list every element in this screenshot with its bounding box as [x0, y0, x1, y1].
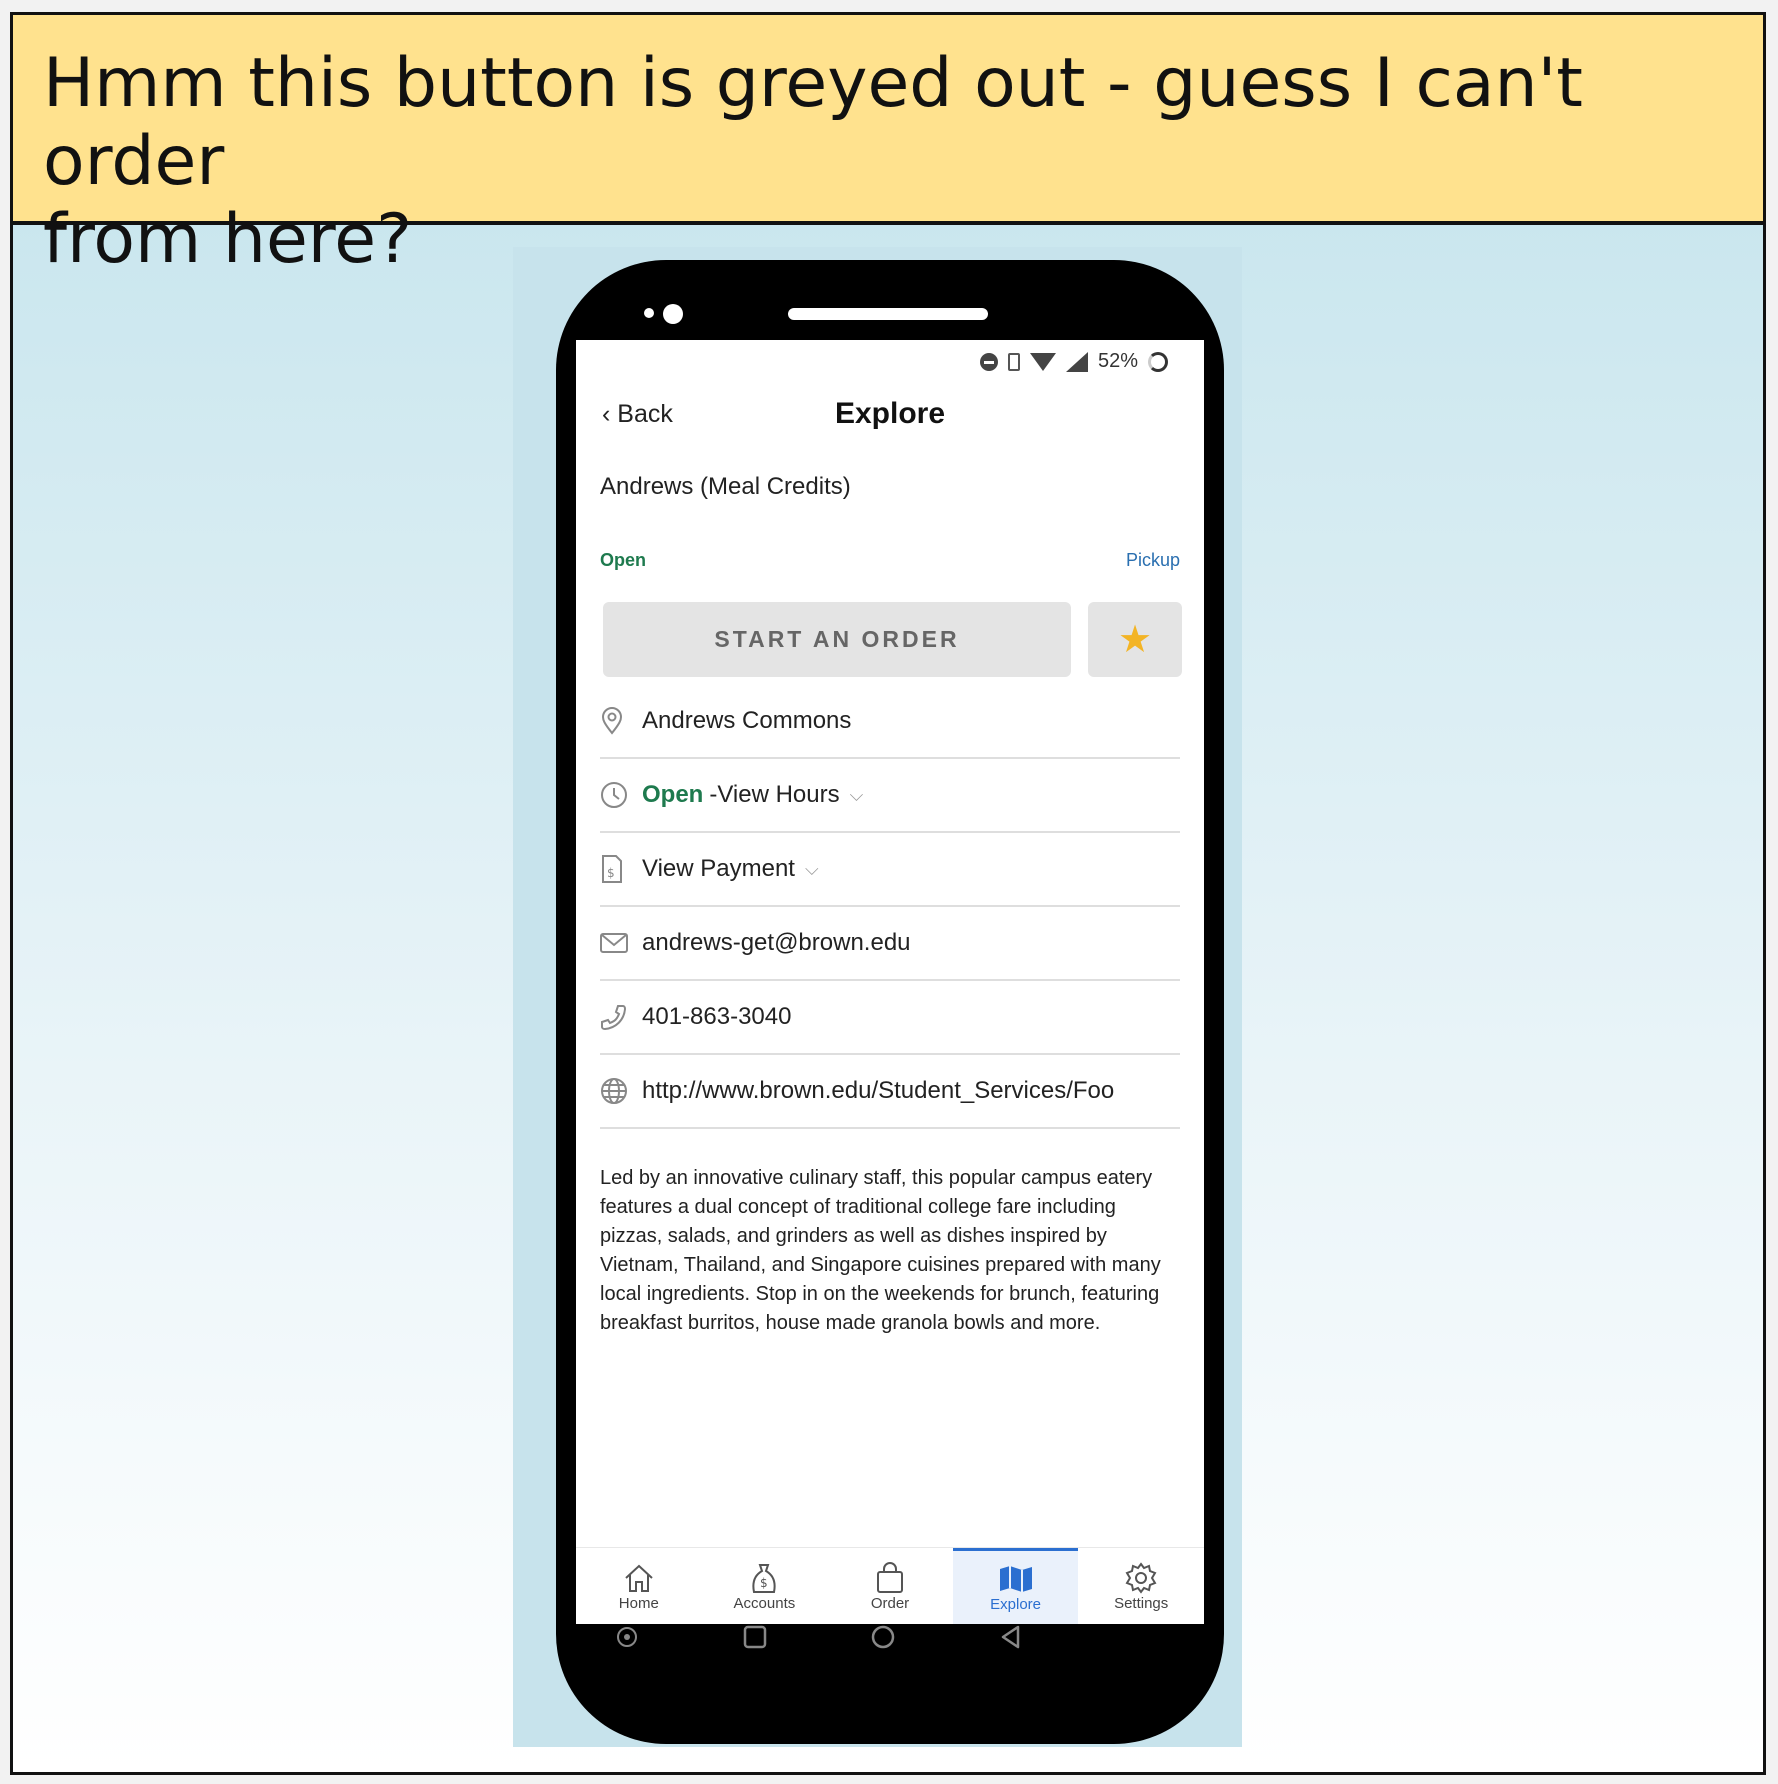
cell-signal-icon — [1065, 351, 1088, 372]
status-bar: 52% — [979, 350, 1168, 373]
gear-icon — [1125, 1561, 1157, 1595]
battery-icon — [1148, 351, 1168, 372]
money-bag-icon: $ — [750, 1561, 778, 1595]
start-order-button[interactable]: START AN ORDER — [603, 602, 1071, 677]
hours-row[interactable]: Open -View Hours ⌵ — [600, 759, 1180, 833]
battery-percent: 52% — [1097, 350, 1138, 372]
tab-accounts-label: Accounts — [733, 1594, 796, 1612]
tab-order[interactable]: Order — [827, 1548, 953, 1624]
tab-accounts[interactable]: $ Accounts — [702, 1548, 828, 1624]
home-icon — [623, 1561, 655, 1595]
tab-order-label: Order — [870, 1594, 910, 1612]
payment-row[interactable]: $ View Payment ⌵ — [600, 833, 1180, 907]
tab-explore[interactable]: Explore — [952, 1548, 1079, 1624]
website-row[interactable]: http://www.brown.edu/Student_Services/Fo… — [600, 1055, 1180, 1129]
map-pin-icon — [600, 707, 642, 735]
recents-button[interactable] — [742, 1624, 768, 1650]
website-text: http://www.brown.edu/Student_Services/Fo… — [642, 1077, 1115, 1104]
assistant-button[interactable] — [614, 1624, 640, 1650]
hours-status: Open — [642, 781, 704, 808]
earpiece-speaker — [788, 308, 988, 320]
chevron-down-icon: ⌵ — [804, 858, 819, 879]
do-not-disturb-icon — [979, 352, 998, 371]
tab-explore-label: Explore — [990, 1596, 1041, 1613]
location-text: Andrews Commons — [642, 707, 852, 734]
details-list: Andrews Commons Open -View Hours ⌵ $ Vie… — [600, 685, 1180, 1129]
tab-home[interactable]: Home — [576, 1548, 702, 1624]
tab-settings-label: Settings — [1114, 1594, 1169, 1612]
email-text: andrews-get@brown.edu — [642, 929, 911, 956]
star-icon: ★ — [1117, 619, 1153, 661]
clock-icon — [600, 781, 642, 809]
caption-box: Hmm this button is greyed out - guess I … — [13, 15, 1763, 279]
front-camera — [663, 304, 683, 324]
home-nav-button[interactable] — [870, 1624, 896, 1650]
caption-line-1: Hmm this button is greyed out - guess I … — [43, 44, 1583, 201]
tab-home-label: Home — [618, 1594, 659, 1612]
envelope-icon — [600, 932, 642, 954]
bottom-tab-bar: Home $ Accounts Order Explore Settings — [576, 1547, 1204, 1624]
android-nav-bar — [556, 1624, 1224, 1674]
svg-text:$: $ — [760, 1576, 768, 1590]
shopping-bag-icon — [875, 1561, 905, 1595]
tab-settings[interactable]: Settings — [1078, 1548, 1204, 1624]
location-row[interactable]: Andrews Commons — [600, 685, 1180, 759]
map-icon — [998, 1562, 1034, 1596]
phone-frame: 52% ‹ Back Explore Andrews (Meal Credits… — [556, 260, 1224, 1744]
top-nav-bar: ‹ Back Explore — [576, 390, 1204, 450]
email-row[interactable]: andrews-get@brown.edu — [600, 907, 1180, 981]
view-hours-link[interactable]: -View Hours — [709, 781, 839, 809]
chevron-down-icon: ⌵ — [849, 784, 864, 805]
svg-text:$: $ — [607, 866, 615, 880]
vibrate-icon — [1007, 352, 1020, 371]
view-payment-link[interactable]: View Payment — [642, 855, 795, 883]
globe-icon — [600, 1077, 642, 1105]
phone-row[interactable]: 401-863-3040 — [600, 981, 1180, 1055]
phone-screen: 52% ‹ Back Explore Andrews (Meal Credits… — [576, 340, 1204, 1624]
back-nav-button[interactable] — [998, 1624, 1024, 1650]
venue-status: Open — [600, 550, 647, 570]
venue-description: Led by an innovative culinary staff, thi… — [600, 1167, 1161, 1334]
sensor-dot — [644, 308, 654, 318]
favorite-button[interactable]: ★ — [1088, 602, 1182, 677]
service-type: Pickup — [1125, 550, 1180, 570]
phone-text: 401-863-3040 — [642, 1003, 792, 1030]
receipt-icon: $ — [600, 854, 642, 884]
venue-name: Andrews (Meal Credits) — [600, 473, 851, 500]
page-title: Explore — [834, 397, 946, 430]
phone-icon — [600, 1003, 642, 1031]
wifi-icon — [1029, 352, 1056, 371]
